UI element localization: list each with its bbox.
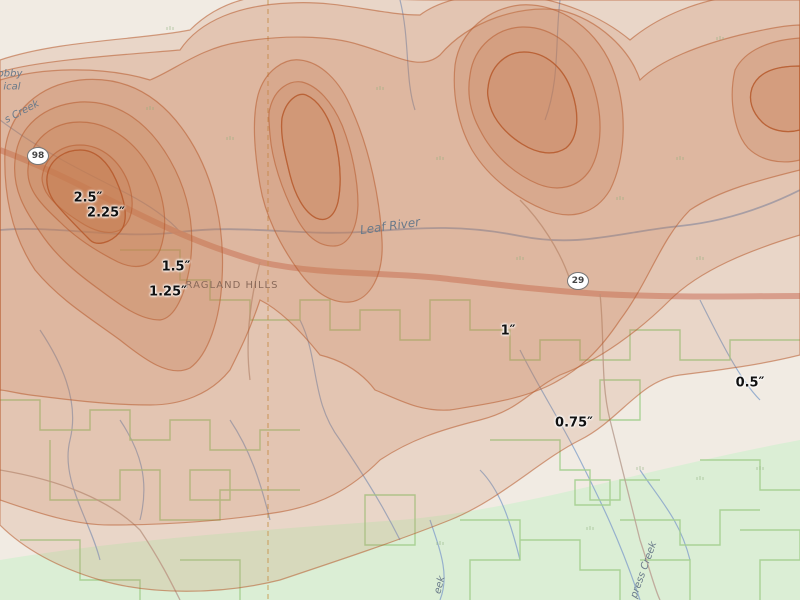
route-shield-west: 98 [27, 147, 49, 165]
place-label-edge-top: obby [0, 68, 23, 80]
contour-label-0-5: 0.5″ [735, 375, 765, 391]
place-label-hills: RAGLAND HILLS [186, 280, 279, 292]
place-label-edge-top2: ical [3, 81, 21, 93]
contour-label-2-5: 2.5″ [73, 190, 103, 206]
contour-label-2-25: 2.25″ [87, 205, 125, 221]
contour-label-1-5: 1.5″ [161, 259, 191, 275]
map-svg [0, 0, 800, 600]
map-canvas[interactable]: RAGLAND HILLS Leaf River s Creek press C… [0, 0, 800, 600]
hills-text: RAGLAND HILLS [185, 280, 279, 291]
contour-label-0-75: 0.75″ [555, 415, 593, 431]
route-shield-east: 29 [567, 272, 589, 290]
contour-label-1: 1″ [500, 323, 516, 339]
contour-label-1-25: 1.25″ [149, 284, 187, 300]
